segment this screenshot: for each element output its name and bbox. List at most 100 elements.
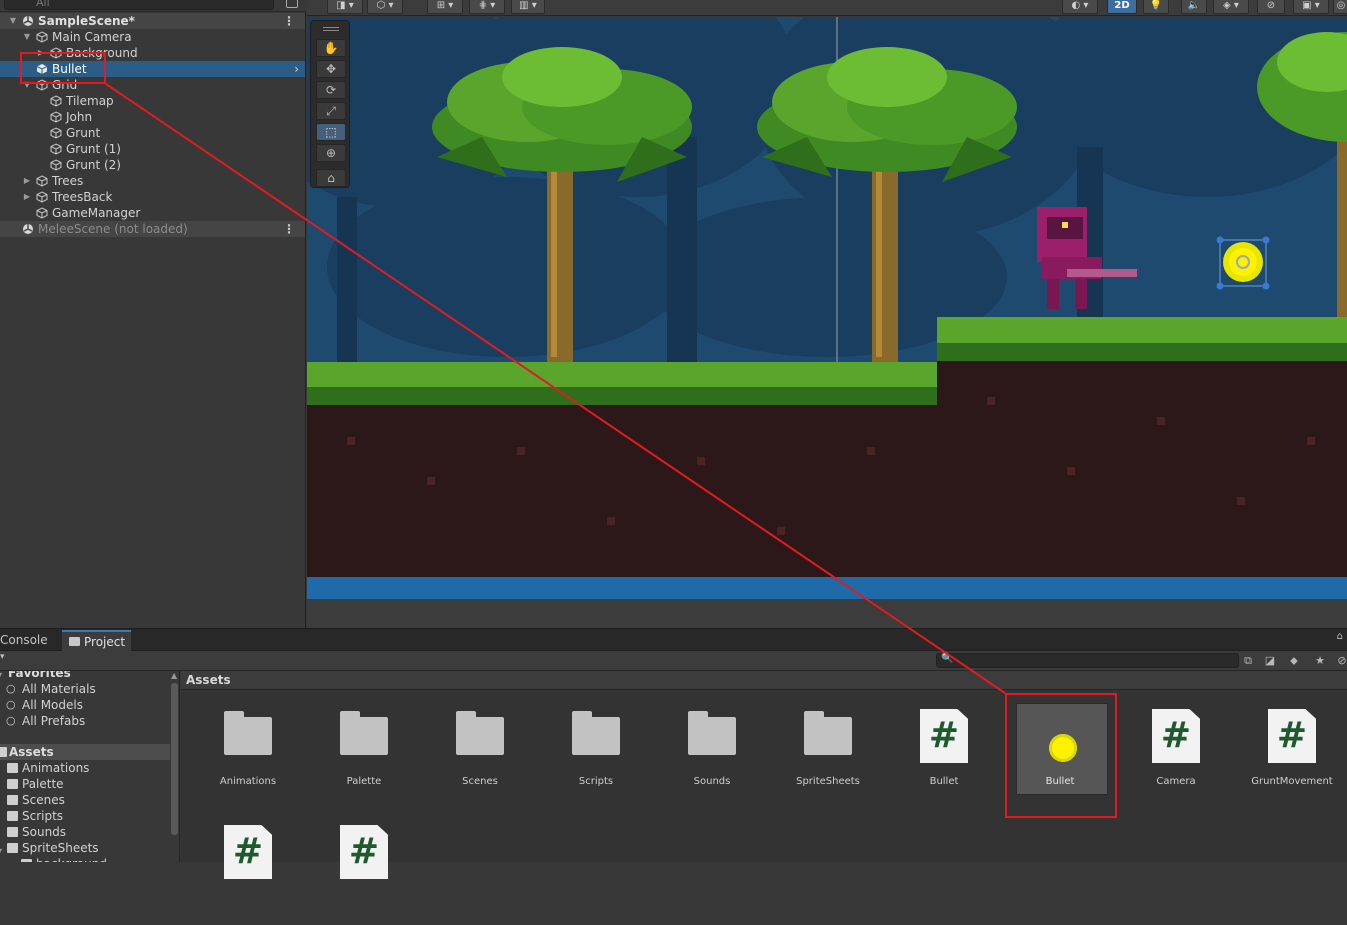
2d-mode-toggle[interactable]: 2D — [1107, 0, 1137, 14]
hierarchy-item-bullet[interactable]: Bullet › — [0, 61, 305, 77]
draw-mode-dropdown[interactable]: ◐ ▾ — [1062, 0, 1098, 14]
grid-visibility-dropdown[interactable]: ▥ ▾ — [511, 0, 545, 14]
tree-folder-palette[interactable]: Palette — [0, 776, 170, 792]
asset-script-partial[interactable]: # — [310, 809, 418, 925]
hierarchy-item-grunt-1[interactable]: Grunt (1) — [0, 141, 305, 157]
hidden-packages-icon[interactable]: ⊘ — [1332, 653, 1347, 668]
hierarchy-scene-meleescene[interactable]: MeleeScene (not loaded) ⋮ — [0, 221, 305, 237]
expand-arrow-icon[interactable]: ▼ — [22, 77, 32, 93]
tree-favorites-header[interactable]: ▼ Favorites — [0, 671, 170, 681]
tree-folder-spritesheets[interactable]: ▼ SpriteSheets — [0, 840, 170, 856]
move-tool-icon[interactable]: ✥ — [316, 60, 346, 78]
scene-view[interactable] — [307, 17, 1347, 628]
asset-script-gruntmovement[interactable]: # GruntMovement — [1238, 693, 1346, 809]
tree-folder-sounds[interactable]: Sounds — [0, 824, 170, 840]
hidden-objects-toggle-icon[interactable]: ⊘ — [1257, 0, 1285, 14]
asset-prefab-bullet[interactable]: Bullet — [1006, 693, 1114, 809]
tree-folder-scenes[interactable]: Scenes — [0, 792, 170, 808]
expand-arrow-icon[interactable]: ▼ — [8, 13, 18, 29]
asset-script-bullet[interactable]: # Bullet — [890, 693, 998, 809]
gameobject-icon — [50, 143, 62, 155]
search-by-label-icon[interactable]: ◪ — [1260, 653, 1280, 668]
scale-tool-icon[interactable]: ⤢ — [316, 102, 346, 120]
asset-folder-scripts[interactable]: Scripts — [542, 693, 650, 809]
collapse-arrow-icon[interactable]: ▼ — [0, 671, 7, 680]
camera-settings-dropdown[interactable]: ▣ ▾ — [1293, 0, 1329, 14]
hierarchy-item-label: John — [66, 110, 93, 124]
effects-dropdown[interactable]: ◈ ▾ — [1213, 0, 1249, 14]
snap-dropdown[interactable]: ⋕ ▾ — [469, 0, 505, 14]
expand-arrow-icon[interactable]: ▼ — [22, 29, 32, 45]
csharp-script-icon: # — [220, 823, 276, 879]
hierarchy-item-label: SampleScene* — [38, 14, 135, 28]
grid-snapping-dropdown[interactable]: ⬡ ▾ — [367, 0, 403, 14]
tree-folder-background[interactable]: background — [0, 856, 170, 862]
expand-arrow-icon[interactable]: ▶ — [36, 45, 46, 61]
folder-label: SpriteSheets — [22, 841, 99, 855]
expand-arrow-icon[interactable]: ▶ — [22, 173, 32, 189]
breadcrumb[interactable]: Assets — [181, 671, 1347, 690]
favorite-star-icon[interactable]: ★ — [1310, 653, 1330, 668]
asset-folder-sounds[interactable]: Sounds — [658, 693, 766, 809]
more-options-icon[interactable]: ⋮ — [283, 13, 295, 29]
project-search-input[interactable]: 🔍 — [936, 653, 1239, 668]
rect-tool-icon[interactable]: ⬚ — [316, 123, 346, 141]
asset-script-camera[interactable]: # Camera — [1122, 693, 1230, 809]
hierarchy-item-trees[interactable]: ▶ Trees — [0, 173, 305, 189]
gizmo-draw-mode-dropdown[interactable]: ◨ ▾ — [327, 0, 363, 14]
tree-favorite-all-prefabs[interactable]: ○ All Prefabs — [0, 713, 170, 729]
lighting-toggle-icon[interactable]: 💡 — [1143, 0, 1169, 14]
search-by-type-icon[interactable]: ⧉ — [1238, 653, 1258, 668]
label-tag-icon[interactable]: ⬥ — [1284, 653, 1304, 668]
asset-name: Bullet — [929, 776, 959, 787]
add-dropdown-icon[interactable]: ▾ — [0, 652, 5, 662]
hierarchy-scene-samplescene[interactable]: ▼ SampleScene* ⋮ — [0, 13, 305, 29]
asset-folder-palette[interactable]: Palette — [310, 693, 418, 809]
search-icon: ○ — [6, 714, 16, 727]
tree-scrollbar[interactable] — [171, 683, 178, 835]
gizmos-toggle-icon[interactable]: ◎ — [1333, 0, 1347, 14]
transform-tool-icon[interactable]: ⊕ — [316, 144, 346, 162]
gameobject-icon — [36, 207, 48, 219]
hand-tool-icon[interactable]: ✋ — [316, 39, 346, 57]
rotate-tool-icon[interactable]: ⟳ — [316, 81, 346, 99]
hierarchy-item-treesback[interactable]: ▶ TreesBack — [0, 189, 305, 205]
asset-folder-animations[interactable]: Animations — [194, 693, 302, 809]
tree-folder-animations[interactable]: Animations — [0, 760, 170, 776]
tree-assets-root[interactable]: Assets — [0, 744, 170, 760]
more-options-icon[interactable]: ⋮ — [283, 221, 295, 237]
collapse-arrow-icon[interactable]: ▼ — [0, 844, 7, 856]
hierarchy-item-grunt[interactable]: Grunt — [0, 125, 305, 141]
hierarchy-item-background[interactable]: ▶ Background — [0, 45, 305, 61]
folder-icon — [800, 707, 856, 763]
hierarchy-item-grid[interactable]: ▼ Grid — [0, 77, 305, 93]
pivot-dropdown[interactable]: ⊞ ▾ — [427, 0, 463, 14]
chevron-right-icon[interactable]: › — [294, 61, 299, 77]
hierarchy-item-label: TreesBack — [52, 190, 113, 204]
favorite-label: All Models — [22, 698, 83, 712]
project-toolbar: ▾ 🔍 ⧉ ◪ ⬥ ★ ⊘ — [0, 651, 1347, 671]
tab-project[interactable]: Project — [62, 630, 132, 651]
audio-toggle-icon[interactable]: 🔈 — [1181, 0, 1207, 14]
tab-console[interactable]: Console — [0, 630, 54, 651]
asset-script-partial[interactable]: # — [194, 809, 302, 925]
scroll-up-arrow-icon[interactable]: ▲ — [171, 671, 177, 680]
expand-arrow-icon[interactable]: ▶ — [22, 189, 32, 205]
folder-icon — [7, 811, 18, 821]
custom-tool-icon[interactable]: ⌂ — [316, 169, 346, 187]
hierarchy-item-grunt-2[interactable]: Grunt (2) — [0, 157, 305, 173]
asset-folder-scenes[interactable]: Scenes — [426, 693, 534, 809]
tree-favorite-all-materials[interactable]: ○ All Materials — [0, 681, 170, 697]
tree-favorite-all-models[interactable]: ○ All Models — [0, 697, 170, 713]
scene-canvas[interactable] — [307, 17, 1347, 628]
hierarchy-item-label: GameManager — [52, 206, 141, 220]
hierarchy-item-gamemanager[interactable]: GameManager — [0, 205, 305, 221]
tree-folder-scripts[interactable]: Scripts — [0, 808, 170, 824]
search-filter-icon[interactable] — [286, 0, 298, 8]
hierarchy-item-main-camera[interactable]: ▼ Main Camera — [0, 29, 305, 45]
asset-folder-spritesheets[interactable]: SpriteSheets — [774, 693, 882, 809]
hierarchy-item-john[interactable]: John — [0, 109, 305, 125]
hierarchy-item-tilemap[interactable]: Tilemap — [0, 93, 305, 109]
panel-menu-icon[interactable]: ⌂ — [1337, 631, 1343, 642]
asset-name: Camera — [1156, 776, 1196, 787]
